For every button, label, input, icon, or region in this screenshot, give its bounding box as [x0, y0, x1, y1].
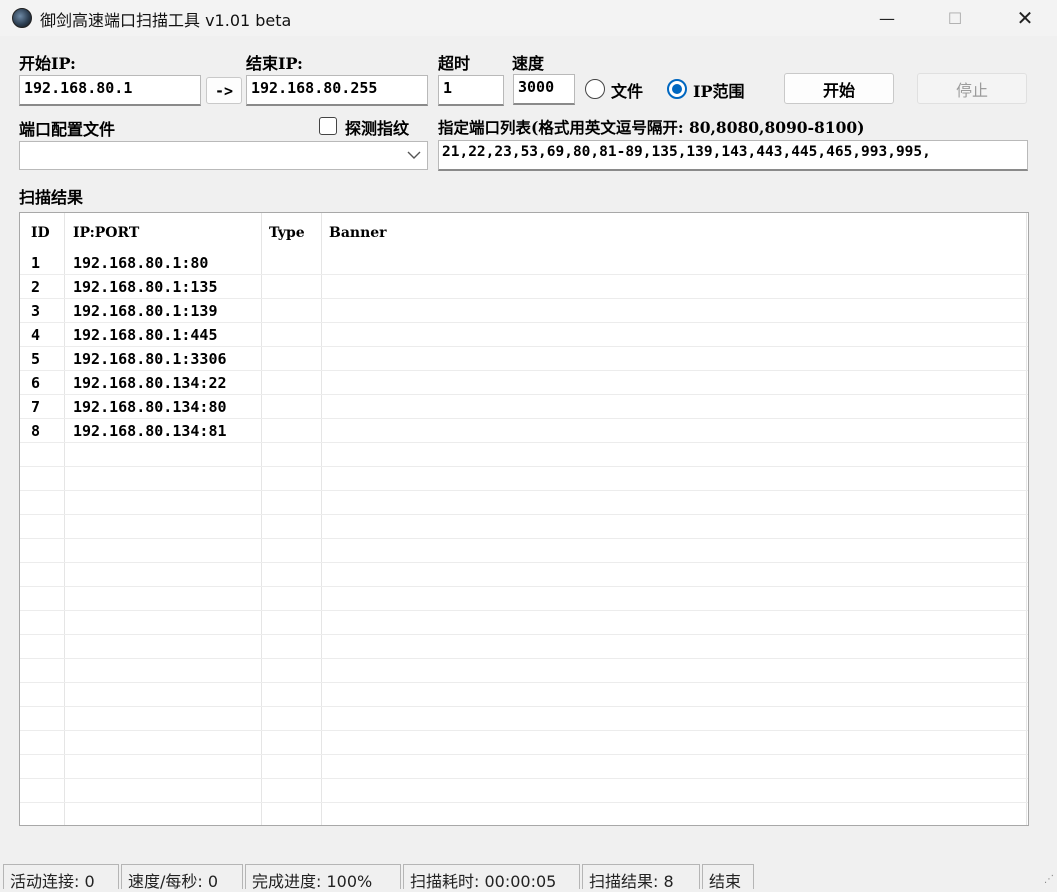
table-row[interactable]: 5 192.168.80.1:3306 — [20, 347, 1028, 371]
table-row[interactable]: 3 192.168.80.1:139 — [20, 299, 1028, 323]
status-elapsed: 扫描耗时: 00:00:05 — [403, 864, 580, 891]
table-row[interactable]: 7 192.168.80.134:80 — [20, 395, 1028, 419]
row-divider — [20, 706, 1028, 707]
radio-ip-range[interactable] — [667, 79, 687, 99]
cell-ipport: 192.168.80.1:445 — [73, 326, 218, 344]
row-divider — [20, 658, 1028, 659]
row-divider — [20, 754, 1028, 755]
stop-button[interactable]: 停止 — [917, 73, 1027, 104]
radio-ip-range-label[interactable]: IP范围 — [693, 78, 745, 102]
cell-ipport: 192.168.80.1:135 — [73, 278, 218, 296]
cell-ipport: 192.168.80.1:139 — [73, 302, 218, 320]
fill-range-button[interactable]: -> — [206, 77, 242, 104]
cell-id: 5 — [31, 350, 41, 368]
column-header-id[interactable]: ID — [31, 225, 50, 241]
cell-id: 2 — [31, 278, 41, 296]
timeout-label: 超时 — [438, 54, 471, 73]
row-divider — [20, 730, 1028, 731]
minimize-icon: — — [879, 8, 895, 28]
table-row[interactable]: 1 192.168.80.1:80 — [20, 251, 1028, 275]
status-speed: 速度/每秒: 0 — [121, 864, 243, 891]
window-title: 御剑高速端口扫描工具 v1.01 beta — [40, 11, 292, 30]
maximize-button[interactable]: ☐ — [925, 0, 985, 36]
probe-fingerprint-label[interactable]: 探测指纹 — [345, 115, 409, 139]
results-table[interactable]: ID IP:PORT Type Banner 1 192.168.80.1:80 2… — [19, 212, 1029, 826]
table-row[interactable]: 8 192.168.80.134:81 — [20, 419, 1028, 443]
port-config-select[interactable] — [19, 141, 428, 170]
app-icon — [12, 8, 32, 28]
maximize-icon: ☐ — [947, 8, 963, 28]
column-header-ipport[interactable]: IP:PORT — [73, 225, 139, 241]
cell-ipport: 192.168.80.134:22 — [73, 374, 227, 392]
row-divider — [20, 466, 1028, 467]
end-ip-input[interactable]: 192.168.80.255 — [246, 75, 428, 106]
port-config-label: 端口配置文件 — [19, 120, 116, 139]
start-ip-input[interactable]: 192.168.80.1 — [19, 75, 201, 106]
minimize-button[interactable]: — — [857, 0, 917, 36]
close-icon: ✕ — [1016, 6, 1034, 30]
table-row[interactable]: 2 192.168.80.1:135 — [20, 275, 1028, 299]
end-ip-label: 结束IP: — [246, 54, 303, 73]
row-divider — [20, 538, 1028, 539]
row-divider — [20, 802, 1028, 803]
start-ip-label: 开始IP: — [19, 54, 76, 73]
cell-ipport: 192.168.80.134:81 — [73, 422, 227, 440]
row-divider — [20, 682, 1028, 683]
speed-label: 速度 — [512, 54, 545, 73]
row-divider — [20, 634, 1028, 635]
probe-fingerprint-checkbox[interactable] — [319, 117, 337, 135]
status-active-connections: 活动连接: 0 — [3, 864, 119, 891]
cell-id: 8 — [31, 422, 41, 440]
speed-input[interactable]: 3000 — [513, 74, 575, 105]
results-title: 扫描结果 — [19, 188, 84, 207]
row-divider — [20, 514, 1028, 515]
table-row[interactable]: 4 192.168.80.1:445 — [20, 323, 1028, 347]
resize-grip-icon[interactable]: ⋰ — [1044, 874, 1054, 885]
radio-file[interactable] — [585, 79, 605, 99]
table-row[interactable]: 6 192.168.80.134:22 — [20, 371, 1028, 395]
status-state: 结束 — [702, 864, 754, 891]
cell-ipport: 192.168.80.1:3306 — [73, 350, 227, 368]
row-divider — [20, 490, 1028, 491]
start-button[interactable]: 开始 — [784, 73, 894, 104]
status-result-count: 扫描结果: 8 — [582, 864, 700, 891]
cell-id: 6 — [31, 374, 41, 392]
cell-id: 3 — [31, 302, 41, 320]
port-list-input[interactable]: 21,22,23,53,69,80,81-89,135,139,143,443,… — [438, 140, 1028, 171]
column-header-type[interactable]: Type — [269, 225, 305, 241]
cell-id: 4 — [31, 326, 41, 344]
row-divider — [20, 610, 1028, 611]
cell-id: 7 — [31, 398, 41, 416]
chevron-down-icon — [407, 151, 421, 159]
radio-file-label[interactable]: 文件 — [611, 78, 643, 102]
close-button[interactable]: ✕ — [995, 0, 1055, 36]
row-divider — [20, 586, 1028, 587]
status-progress: 完成进度: 100% — [245, 864, 401, 891]
port-list-label: 指定端口列表(格式用英文逗号隔开: 80,8080,8090-8100) — [438, 118, 865, 137]
row-divider — [20, 778, 1028, 779]
column-header-banner[interactable]: Banner — [329, 225, 387, 241]
cell-ipport: 192.168.80.1:80 — [73, 254, 209, 272]
row-divider — [20, 562, 1028, 563]
cell-id: 1 — [31, 254, 41, 272]
timeout-input[interactable]: 1 — [438, 75, 504, 106]
cell-ipport: 192.168.80.134:80 — [73, 398, 227, 416]
